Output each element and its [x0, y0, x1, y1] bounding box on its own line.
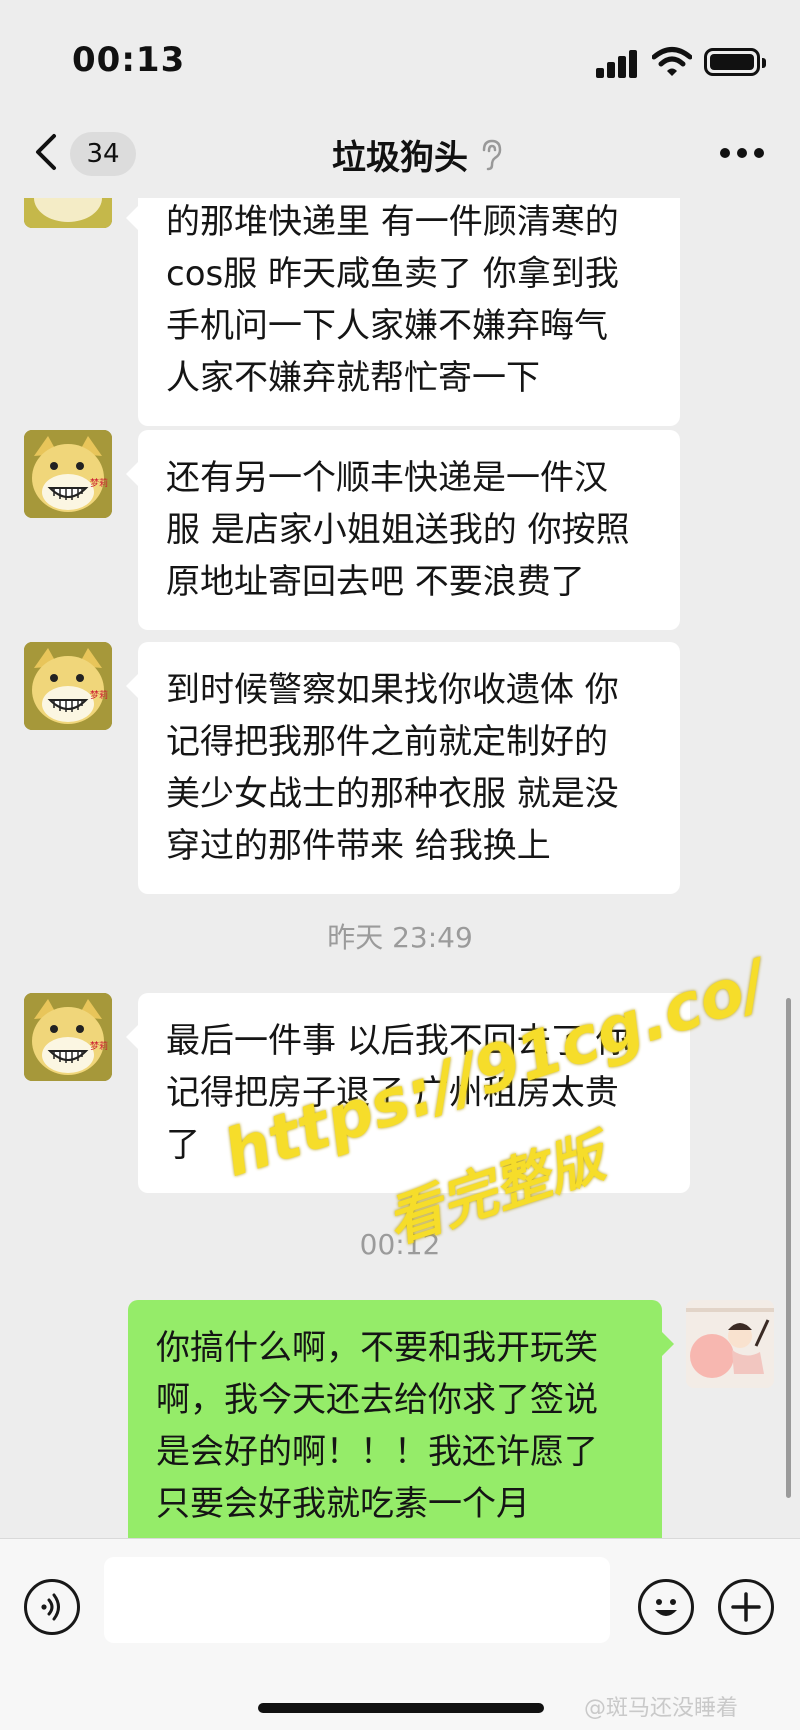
- home-indicator[interactable]: [258, 1703, 544, 1713]
- message-line: cos服 昨天咸鱼卖了 你拿到我: [166, 254, 619, 294]
- more-actions-button[interactable]: [718, 1579, 774, 1635]
- plus-icon: [731, 1592, 761, 1622]
- avatar-label: 梦莉: [90, 1040, 108, 1052]
- contact-avatar[interactable]: [24, 198, 112, 228]
- message-bubble[interactable]: 的那堆快递里 有一件顾清寒的 cos服 昨天咸鱼卖了 你拿到我 手机问一下人家嫌…: [126, 198, 680, 426]
- corner-watermark: @斑马还没睡着: [584, 1696, 739, 1721]
- message-bubble[interactable]: 还有另一个顺丰快递是一件汉 服 是店家小姐姐送我的 你按照 原地址寄回去吧 不要…: [126, 430, 680, 630]
- message-line: 服 是店家小姐姐送我的 你按照: [166, 510, 630, 550]
- message-line: 你搞什么啊，不要和我开玩笑: [156, 1328, 598, 1368]
- contact-avatar[interactable]: 梦莉: [24, 430, 112, 518]
- message-line: 啊，我今天还去给你求了签说: [156, 1380, 598, 1420]
- avatar-label: 梦莉: [90, 689, 108, 701]
- message-line: 手机问一下人家嫌不嫌弃晦气: [166, 306, 608, 346]
- message-line: 还有另一个顺丰快递是一件汉: [166, 458, 608, 498]
- message-line: 到时候警察如果找你收遗体 你: [166, 670, 619, 710]
- chat-header: 34 垃圾狗头: [0, 110, 800, 198]
- message-line: 美少女战士的那种衣服 就是没: [166, 774, 619, 814]
- voice-icon: [41, 1593, 60, 1621]
- message-line: 记得把我那件之前就定制好的: [166, 722, 608, 762]
- message-input[interactable]: [104, 1557, 610, 1643]
- message-line: 穿过的那件带来 给我换上: [166, 826, 551, 866]
- chat-title: 垃圾狗头: [332, 138, 468, 178]
- message-bubble[interactable]: 到时候警察如果找你收遗体 你 记得把我那件之前就定制好的 美少女战士的那种衣服 …: [126, 642, 680, 894]
- status-bar: 00:13: [0, 0, 800, 110]
- battery-icon: [704, 48, 766, 76]
- wifi-icon: [652, 47, 692, 76]
- message-line: 只要会好我就吃素一个月: [156, 1484, 530, 1524]
- contact-avatar[interactable]: 梦莉: [24, 642, 112, 730]
- message-line: 人家不嫌弃就帮忙寄一下: [166, 358, 540, 398]
- message-list[interactable]: 的那堆快递里 有一件顾清寒的 cos服 昨天咸鱼卖了 你拿到我 手机问一下人家嫌…: [0, 198, 800, 1538]
- message-line: 原地址寄回去吧 不要浪费了: [166, 562, 585, 602]
- emoji-button[interactable]: [638, 1579, 694, 1635]
- message-line: 的！！！: [156, 1530, 634, 1538]
- message-line: 是会好的啊！！！我还许愿了: [156, 1432, 598, 1472]
- scrollbar[interactable]: [786, 998, 791, 1498]
- ear-icon: [482, 139, 502, 171]
- avatar-label: 梦莉: [90, 477, 108, 489]
- smiley-icon: [655, 1599, 677, 1616]
- status-time: 00:13: [72, 40, 186, 80]
- message-line: 的那堆快递里 有一件顾清寒的: [166, 202, 619, 242]
- self-avatar[interactable]: [686, 1300, 774, 1388]
- more-options-icon[interactable]: [720, 148, 764, 160]
- message-bubble-self[interactable]: 你搞什么啊，不要和我开玩笑 啊，我今天还去给你求了签说 是会好的啊！！！我还许愿…: [128, 1300, 674, 1538]
- message-timestamp: 昨天 23:49: [327, 921, 473, 954]
- contact-avatar[interactable]: 梦莉: [24, 993, 112, 1081]
- voice-input-button[interactable]: [24, 1579, 80, 1635]
- signal-icon: [596, 50, 640, 78]
